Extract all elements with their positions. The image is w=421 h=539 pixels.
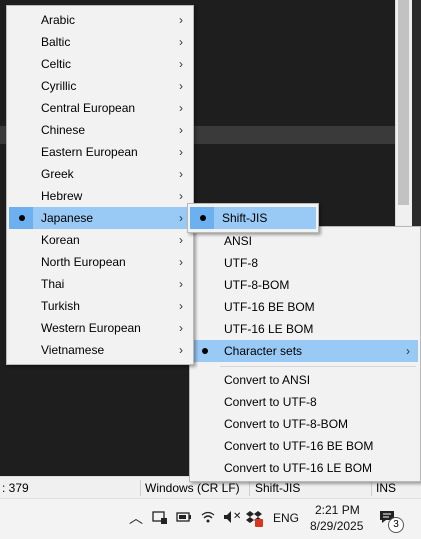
menu-separator [220,366,416,367]
menu-item-central-european[interactable]: Central European › [9,97,191,119]
menu-item-western-european[interactable]: Western European › [9,317,191,339]
status-divider [140,480,141,496]
status-divider [371,480,372,496]
notification-badge: 3 [388,517,404,533]
chevron-up-icon[interactable]: ︿ [127,509,145,527]
menu-item-arabic[interactable]: Arabic › [9,9,191,31]
network-security-icon[interactable] [151,509,169,527]
menu-item-convert-utf16-le-bom[interactable]: Convert to UTF-16 LE BOM [192,457,418,479]
submenu-arrow-icon: › [179,233,183,247]
input-language[interactable]: ENG [273,511,299,525]
character-sets-menu: Arabic › Baltic › Celtic › Cyrillic › Centra… [6,5,194,365]
selected-bullet-icon [200,215,206,221]
submenu-arrow-icon: › [179,211,183,225]
menu-item-japanese[interactable]: Japanese › [9,207,191,229]
menu-item-greek[interactable]: Greek › [9,163,191,185]
japanese-submenu: Shift-JIS [187,203,319,233]
menu-item-convert-ansi[interactable]: Convert to ANSI [192,369,418,391]
submenu-arrow-icon: › [179,79,183,93]
menu-item-ansi[interactable]: ANSI [192,230,418,252]
submenu-arrow-icon: › [179,57,183,71]
status-divider [249,480,250,496]
submenu-arrow-icon: › [179,277,183,291]
menu-item-convert-utf8[interactable]: Convert to UTF-8 [192,391,418,413]
submenu-arrow-icon: › [179,145,183,159]
clock-time[interactable]: 2:21 PM [315,503,360,517]
submenu-arrow-icon: › [179,321,183,335]
submenu-arrow-icon: › [179,189,183,203]
menu-item-convert-utf16-be-bom[interactable]: Convert to UTF-16 BE BOM [192,435,418,457]
menu-item-vietnamese[interactable]: Vietnamese › [9,339,191,361]
menu-item-turkish[interactable]: Turkish › [9,295,191,317]
taskbar: ︿ ✕ ENG 2:21 PM 8/29/2025 3 [0,498,421,539]
menu-item-baltic[interactable]: Baltic › [9,31,191,53]
selected-bullet-icon [19,215,25,221]
submenu-arrow-icon: › [179,167,183,181]
mute-indicator: ✕ [233,511,242,522]
menu-item-convert-utf8-bom[interactable]: Convert to UTF-8-BOM [192,413,418,435]
submenu-arrow-icon: › [179,123,183,137]
selected-bullet-icon [202,348,208,354]
wifi-icon[interactable] [199,509,217,527]
submenu-arrow-icon: › [406,344,410,358]
submenu-arrow-icon: › [179,343,183,357]
submenu-arrow-icon: › [179,299,183,313]
menu-item-thai[interactable]: Thai › [9,273,191,295]
encoding-menu: ANSI UTF-8 UTF-8-BOM UTF-16 BE BOM UTF-1… [189,226,421,482]
menu-item-utf16-le-bom[interactable]: UTF-16 LE BOM [192,318,418,340]
menu-item-character-sets[interactable]: Character sets › [192,340,418,362]
menu-item-cyrillic[interactable]: Cyrillic › [9,75,191,97]
menu-item-utf16-be-bom[interactable]: UTF-16 BE BOM [192,296,418,318]
menu-item-celtic[interactable]: Celtic › [9,53,191,75]
scrollbar-thumb[interactable] [398,0,409,205]
submenu-arrow-icon: › [179,101,183,115]
battery-icon[interactable] [175,509,193,527]
menu-item-hebrew[interactable]: Hebrew › [9,185,191,207]
menu-item-chinese[interactable]: Chinese › [9,119,191,141]
menu-item-north-european[interactable]: North European › [9,251,191,273]
submenu-arrow-icon: › [179,13,183,27]
submenu-arrow-icon: › [179,255,183,269]
submenu-arrow-icon: › [179,35,183,49]
menu-item-utf8-bom[interactable]: UTF-8-BOM [192,274,418,296]
menu-item-eastern-european[interactable]: Eastern European › [9,141,191,163]
menu-item-utf8[interactable]: UTF-8 [192,252,418,274]
dropbox-icon[interactable] [245,509,263,527]
status-position: : 379 [2,481,29,495]
menu-item-shift-jis[interactable]: Shift-JIS [190,207,316,229]
clock-date[interactable]: 8/29/2025 [310,519,363,533]
menu-item-korean[interactable]: Korean › [9,229,191,251]
